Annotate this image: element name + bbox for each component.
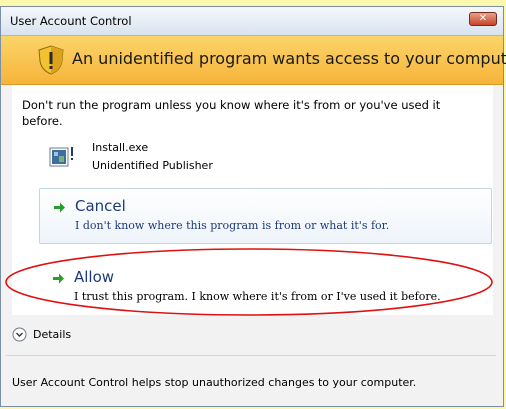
green-arrow-icon — [53, 273, 64, 284]
chevron-down-icon — [12, 327, 27, 342]
warning-banner: An unidentified program wants access to … — [1, 36, 506, 85]
divider — [6, 355, 496, 356]
banner-text: An unidentified program wants access to … — [72, 49, 506, 68]
allow-title: Allow — [74, 268, 115, 286]
cancel-option[interactable]: Cancel I don't know where this program i… — [39, 188, 492, 244]
allow-option[interactable]: Allow I trust this program. I know where… — [39, 260, 492, 316]
cancel-description: I don't know where this program is from … — [75, 219, 390, 232]
title-bar[interactable]: User Account Control ✕ — [1, 7, 503, 36]
shield-warning-icon — [38, 45, 64, 75]
close-icon: ✕ — [478, 13, 488, 24]
publisher-name: Unidentified Publisher — [92, 159, 213, 172]
cancel-title: Cancel — [75, 197, 126, 215]
program-icon — [49, 147, 73, 167]
warning-text: Don't run the program unless you know wh… — [22, 98, 441, 128]
window-title: User Account Control — [10, 14, 132, 28]
close-button[interactable]: ✕ — [469, 12, 497, 26]
details-label: Details — [33, 328, 72, 341]
details-toggle[interactable]: Details — [12, 325, 212, 345]
footer-text: User Account Control helps stop unauthor… — [12, 376, 417, 389]
uac-dialog: User Account Control ✕ An unidentified p… — [0, 6, 506, 407]
green-arrow-icon — [54, 202, 65, 213]
allow-description: I trust this program. I know where it's … — [74, 290, 441, 303]
dialog-content: Don't run the program unless you know wh… — [12, 85, 493, 315]
program-name: Install.exe — [92, 141, 149, 154]
